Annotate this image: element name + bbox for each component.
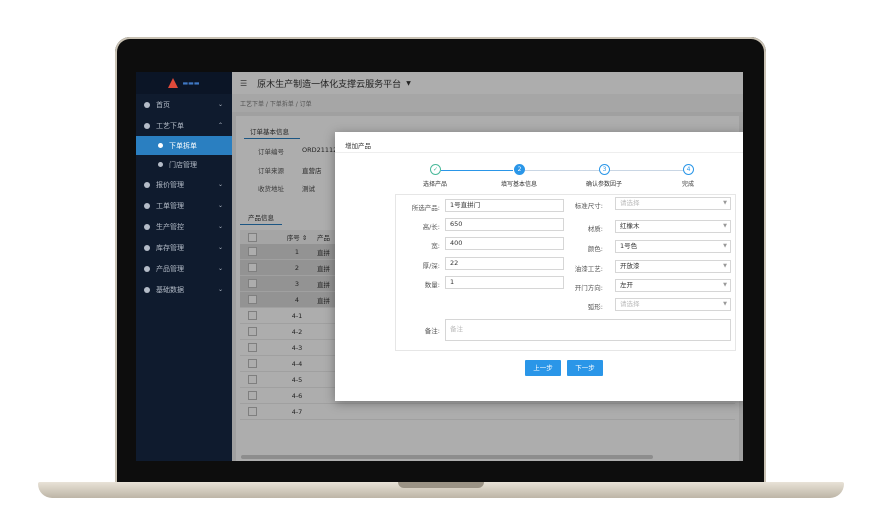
sidebar-subitem-label: 门店管理 [169,160,197,169]
standard-size-select[interactable]: 请选择 ▼ [615,197,731,210]
dot-icon [158,162,163,167]
quote-icon [144,181,150,188]
remark-textarea[interactable]: 备注 [445,319,731,341]
quantity-input[interactable]: 1 [445,276,564,289]
width-input[interactable]: 400 [445,237,564,250]
material-select[interactable]: 红橡木 ▼ [615,220,731,233]
door-direction-value: 左开 [620,281,633,289]
material-value: 红橡木 [620,222,640,230]
dot-icon [158,143,163,148]
step-1-icon: ✓ [430,164,441,175]
door-direction-label: 开门方向: [574,284,603,292]
standard-size-value: 请选择 [620,199,640,207]
arc-select[interactable]: 请选择 ▼ [615,298,731,311]
app-screen: ▬▬▬ 首页 ⌄ 工艺下单 ⌃ 下单拆单门店管理报价管理 ⌄ 工单管理 ⌄ 生产管控 ⌄ 库存管理 ⌄… [136,72,743,461]
chevron-icon: ⌄ [217,265,223,272]
selected-product-input[interactable]: 1号直拼门 [445,199,564,212]
chevron-down-icon: ▼ [723,301,727,307]
sidebar-item-label: 库存管理 [156,243,184,252]
step-2-label: 填写基本信息 [500,181,537,188]
height-label: 高/长: [422,223,440,231]
sidebar-item-work-order[interactable]: 工单管理 ⌄ [136,195,232,216]
production-icon [144,223,150,230]
sidebar-item-label: 工单管理 [156,201,184,210]
product-icon [144,265,150,272]
color-select[interactable]: 1号色 ▼ [615,240,731,253]
thickness-input[interactable]: 22 [445,257,564,270]
sidebar-item-production[interactable]: 生产管控 ⌄ [136,216,232,237]
standard-size-label: 标准尺寸: [574,202,603,210]
step-3-label: 确认参数因子 [585,181,622,188]
sidebar-item-home[interactable]: 首页 ⌄ [136,94,232,115]
paint-process-select[interactable]: 开放漆 ▼ [615,260,731,273]
logo-text: ▬▬▬ [182,79,200,87]
color-value: 1号色 [620,242,638,250]
remark-label: 备注: [424,327,440,335]
modal-title: 增加产品 [345,142,371,150]
sidebar-item-label: 基础数据 [156,285,184,294]
arc-value: 请选择 [620,300,640,308]
modal-divider [335,152,743,153]
sidebar-subitem-order-split[interactable]: 下单拆单 [136,136,232,155]
selected-product-label: 所选产品: [411,204,440,212]
craft-order-icon [144,122,150,129]
chevron-icon: ⌄ [217,244,223,251]
sidebar-item-label: 工艺下单 [156,121,184,130]
base-data-icon [144,286,150,293]
sidebar-item-label: 生产管控 [156,222,184,231]
quantity-label: 数量: [424,281,440,289]
color-label: 颜色: [587,245,603,253]
app-logo: ▬▬▬ [136,72,232,94]
step-connector [441,170,513,171]
sidebar-item-product[interactable]: 产品管理 ⌄ [136,258,232,279]
sidebar: ▬▬▬ 首页 ⌄ 工艺下单 ⌃ 下单拆单门店管理报价管理 ⌄ 工单管理 ⌄ 生产管控 ⌄ 库存管理 ⌄… [136,72,232,461]
inventory-icon [144,244,150,251]
material-label: 材质: [587,225,603,233]
step-connector [525,170,599,171]
chevron-icon: ⌄ [217,202,223,209]
prev-step-button[interactable]: 上一步 [525,360,561,376]
width-label: 宽: [431,242,440,250]
sidebar-item-inventory[interactable]: 库存管理 ⌄ [136,237,232,258]
chevron-down-icon: ▼ [723,243,727,249]
step-connector [610,170,684,171]
chevron-down-icon: ▼ [723,263,727,269]
door-direction-select[interactable]: 左开 ▼ [615,279,731,292]
home-icon [144,101,150,108]
sidebar-item-craft-order[interactable]: 工艺下单 ⌃ [136,115,232,136]
sidebar-subitem-label: 下单拆单 [169,141,197,150]
thickness-label: 厚/深: [422,262,440,270]
sidebar-item-quote[interactable]: 报价管理 ⌄ [136,174,232,195]
height-input[interactable]: 650 [445,218,564,231]
chevron-down-icon: ▼ [723,200,727,206]
sidebar-subitem-store[interactable]: 门店管理 [136,155,232,174]
sidebar-item-label: 首页 [156,100,170,109]
step-4-label: 完成 [681,181,694,188]
work-order-icon [144,202,150,209]
chevron-icon: ⌄ [217,223,223,230]
logo-icon [168,78,179,88]
step-2-icon: 2 [514,164,525,175]
arc-label: 弧形: [587,303,603,311]
step-4-icon: 4 [683,164,694,175]
paint-process-value: 开放漆 [620,262,640,270]
paint-process-label: 油漆工艺: [574,265,603,273]
chevron-icon: ⌄ [217,286,223,293]
add-product-modal: 增加产品 ✓ 选择产品 2 填写基本信息 3 确认参数因子 4 完成 所选产品: 1号直拼门高/… [335,132,743,401]
sidebar-item-label: 报价管理 [156,180,184,189]
chevron-icon: ⌄ [217,181,223,188]
sidebar-item-base-data[interactable]: 基础数据 ⌄ [136,279,232,300]
step-3-icon: 3 [599,164,610,175]
chevron-down-icon: ▼ [723,223,727,229]
laptop-notch [398,482,484,488]
chevron-down-icon: ▼ [723,282,727,288]
next-step-button[interactable]: 下一步 [567,360,603,376]
step-1-label: 选择产品 [422,181,447,188]
sidebar-item-label: 产品管理 [156,264,184,273]
chevron-icon: ⌃ [217,122,223,129]
chevron-icon: ⌄ [217,101,223,108]
